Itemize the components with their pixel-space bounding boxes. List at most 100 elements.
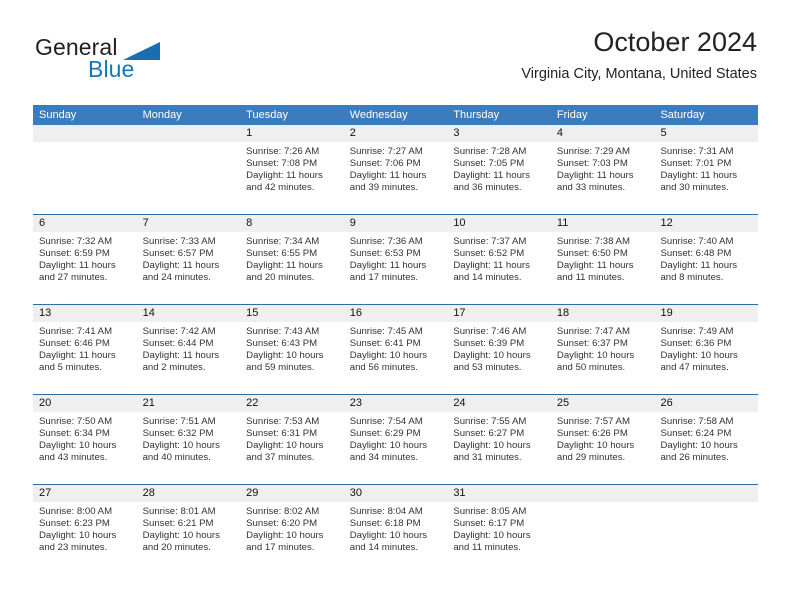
weekday-header-sunday: Sunday xyxy=(39,109,77,121)
day-number-2[interactable]: 2 xyxy=(344,125,448,142)
day-cell-30[interactable]: Sunrise: 8:04 AM Sunset: 6:18 PM Daylight:… xyxy=(344,502,448,574)
day-number-16[interactable]: 16 xyxy=(344,305,448,322)
day-number-6[interactable]: 6 xyxy=(33,215,137,232)
day-cell-27[interactable]: Sunrise: 8:00 AM Sunset: 6:23 PM Daylight:… xyxy=(33,502,137,574)
day-number-31[interactable]: 31 xyxy=(447,485,551,502)
day-number-5[interactable]: 5 xyxy=(654,125,758,142)
day-detail-strip: Sunrise: 7:41 AM Sunset: 6:46 PM Daylight:… xyxy=(33,322,758,394)
day-detail-line: Daylight: 10 hours xyxy=(142,530,220,542)
day-detail-line: Sunset: 6:36 PM xyxy=(660,338,732,350)
day-cell-28[interactable]: Sunrise: 8:01 AM Sunset: 6:21 PM Daylight:… xyxy=(137,502,241,574)
day-number-4[interactable]: 4 xyxy=(551,125,655,142)
day-number-9[interactable]: 9 xyxy=(344,215,448,232)
day-number-24[interactable]: 24 xyxy=(447,395,551,412)
general-blue-logo[interactable]: General Blue xyxy=(35,28,215,90)
day-number-29[interactable]: 29 xyxy=(240,485,344,502)
day-number-25[interactable]: 25 xyxy=(551,395,655,412)
day-cell-26[interactable]: Sunrise: 7:58 AM Sunset: 6:24 PM Daylight:… xyxy=(654,412,758,484)
day-number-8[interactable]: 8 xyxy=(240,215,344,232)
day-detail-line: Sunrise: 7:47 AM xyxy=(556,326,630,337)
day-number-26[interactable]: 26 xyxy=(654,395,758,412)
day-detail-line: Daylight: 11 hours xyxy=(349,260,427,272)
day-number-27[interactable]: 27 xyxy=(33,485,137,502)
day-detail-line: Sunrise: 7:42 AM xyxy=(142,326,216,337)
calendar-week-row: 13 14 15 16 17 18 19 Sunrise: 7:41 AM Sunset: 6:… xyxy=(33,304,758,394)
day-number-strip: 13 14 15 16 17 18 19 xyxy=(33,305,758,322)
day-number-1[interactable]: 1 xyxy=(240,125,344,142)
day-number-22[interactable]: 22 xyxy=(240,395,344,412)
day-number-19[interactable]: 19 xyxy=(654,305,758,322)
day-cell-4[interactable]: Sunrise: 7:29 AM Sunset: 7:03 PM Daylight:… xyxy=(551,142,655,214)
day-detail-line: Daylight: 10 hours xyxy=(556,350,635,362)
day-detail-line: Sunset: 6:29 PM xyxy=(349,428,421,440)
day-cell-6[interactable]: Sunrise: 7:32 AM Sunset: 6:59 PM Daylight:… xyxy=(33,232,137,304)
day-cell-21[interactable]: Sunrise: 7:51 AM Sunset: 6:32 PM Daylight:… xyxy=(137,412,241,484)
day-detail-line: Sunrise: 8:02 AM xyxy=(246,506,320,517)
day-cell-1[interactable]: Sunrise: 7:26 AM Sunset: 7:08 PM Daylight:… xyxy=(240,142,344,214)
day-cell-25[interactable]: Sunrise: 7:57 AM Sunset: 6:26 PM Daylight:… xyxy=(551,412,655,484)
day-cell-3[interactable]: Sunrise: 7:28 AM Sunset: 7:05 PM Daylight:… xyxy=(447,142,551,214)
day-detail-line: and 11 minutes. xyxy=(453,542,521,554)
day-number-20[interactable]: 20 xyxy=(33,395,137,412)
day-cell-29[interactable]: Sunrise: 8:02 AM Sunset: 6:20 PM Daylight:… xyxy=(240,502,344,574)
day-detail-line: Sunset: 6:48 PM xyxy=(660,248,732,260)
day-cell-14[interactable]: Sunrise: 7:42 AM Sunset: 6:44 PM Daylight:… xyxy=(137,322,241,394)
day-detail-line: Daylight: 10 hours xyxy=(39,530,117,542)
day-cell-9[interactable]: Sunrise: 7:36 AM Sunset: 6:53 PM Daylight:… xyxy=(344,232,448,304)
day-detail-line: Sunrise: 7:53 AM xyxy=(246,416,320,427)
day-number-3[interactable]: 3 xyxy=(447,125,551,142)
day-cell-31[interactable]: Sunrise: 8:05 AM Sunset: 6:17 PM Daylight:… xyxy=(447,502,551,574)
day-detail-line: and 33 minutes. xyxy=(556,182,626,194)
day-number-18[interactable]: 18 xyxy=(551,305,655,322)
weekday-header-saturday: Saturday xyxy=(660,109,705,121)
day-cell-13[interactable]: Sunrise: 7:41 AM Sunset: 6:46 PM Daylight:… xyxy=(33,322,137,394)
day-cell-24[interactable]: Sunrise: 7:55 AM Sunset: 6:27 PM Daylight:… xyxy=(447,412,551,484)
day-number-7[interactable]: 7 xyxy=(137,215,241,232)
day-cell-20[interactable]: Sunrise: 7:50 AM Sunset: 6:34 PM Daylight:… xyxy=(33,412,137,484)
day-number-11[interactable]: 11 xyxy=(551,215,655,232)
day-number-12[interactable]: 12 xyxy=(654,215,758,232)
day-detail-line: Daylight: 11 hours xyxy=(556,260,634,272)
day-cell-empty xyxy=(551,502,655,574)
day-cell-5[interactable]: Sunrise: 7:31 AM Sunset: 7:01 PM Daylight:… xyxy=(654,142,758,214)
day-detail-line: Daylight: 11 hours xyxy=(142,260,220,272)
day-number-28[interactable]: 28 xyxy=(137,485,241,502)
day-cell-16[interactable]: Sunrise: 7:45 AM Sunset: 6:41 PM Daylight:… xyxy=(344,322,448,394)
day-cell-17[interactable]: Sunrise: 7:46 AM Sunset: 6:39 PM Daylight:… xyxy=(447,322,551,394)
day-cell-10[interactable]: Sunrise: 7:37 AM Sunset: 6:52 PM Daylight:… xyxy=(447,232,551,304)
day-number-30[interactable]: 30 xyxy=(344,485,448,502)
day-detail-line: Sunset: 6:57 PM xyxy=(142,248,214,260)
day-detail-line: Daylight: 10 hours xyxy=(246,530,324,542)
day-detail-line: Sunset: 6:59 PM xyxy=(39,248,110,260)
day-number-13[interactable]: 13 xyxy=(33,305,137,322)
day-cell-7[interactable]: Sunrise: 7:33 AM Sunset: 6:57 PM Daylight:… xyxy=(137,232,241,304)
day-detail-line: Sunset: 6:53 PM xyxy=(349,248,421,260)
day-detail-line: Sunrise: 7:43 AM xyxy=(246,326,320,337)
day-cell-23[interactable]: Sunrise: 7:54 AM Sunset: 6:29 PM Daylight:… xyxy=(344,412,448,484)
day-cell-11[interactable]: Sunrise: 7:38 AM Sunset: 6:50 PM Daylight:… xyxy=(551,232,655,304)
day-cell-18[interactable]: Sunrise: 7:47 AM Sunset: 6:37 PM Daylight:… xyxy=(551,322,655,394)
day-detail-line: Daylight: 11 hours xyxy=(556,170,634,182)
day-number-23[interactable]: 23 xyxy=(344,395,448,412)
day-cell-19[interactable]: Sunrise: 7:49 AM Sunset: 6:36 PM Daylight:… xyxy=(654,322,758,394)
day-cell-2[interactable]: Sunrise: 7:27 AM Sunset: 7:06 PM Daylight:… xyxy=(344,142,448,214)
day-number-empty xyxy=(33,125,137,142)
day-number-15[interactable]: 15 xyxy=(240,305,344,322)
day-number-17[interactable]: 17 xyxy=(447,305,551,322)
day-detail-line: Sunset: 6:55 PM xyxy=(246,248,318,260)
day-number-21[interactable]: 21 xyxy=(137,395,241,412)
day-number-14[interactable]: 14 xyxy=(137,305,241,322)
day-detail-line: Sunrise: 8:01 AM xyxy=(142,506,216,517)
day-cell-12[interactable]: Sunrise: 7:40 AM Sunset: 6:48 PM Daylight:… xyxy=(654,232,758,304)
day-cell-15[interactable]: Sunrise: 7:43 AM Sunset: 6:43 PM Daylight:… xyxy=(240,322,344,394)
day-number-strip: 20 21 22 23 24 25 26 xyxy=(33,395,758,412)
day-number-empty xyxy=(551,485,655,502)
day-cell-22[interactable]: Sunrise: 7:53 AM Sunset: 6:31 PM Daylight:… xyxy=(240,412,344,484)
day-detail-line: Sunrise: 7:46 AM xyxy=(453,326,527,337)
day-number-10[interactable]: 10 xyxy=(447,215,551,232)
day-cell-8[interactable]: Sunrise: 7:34 AM Sunset: 6:55 PM Daylight:… xyxy=(240,232,344,304)
day-detail-line: Sunrise: 7:54 AM xyxy=(349,416,423,427)
day-detail-line: Sunset: 7:03 PM xyxy=(556,158,628,170)
day-detail-line: Daylight: 10 hours xyxy=(39,440,117,452)
calendar-grid: Sunday Monday Tuesday Wednesday Thursday Frid… xyxy=(33,105,758,574)
